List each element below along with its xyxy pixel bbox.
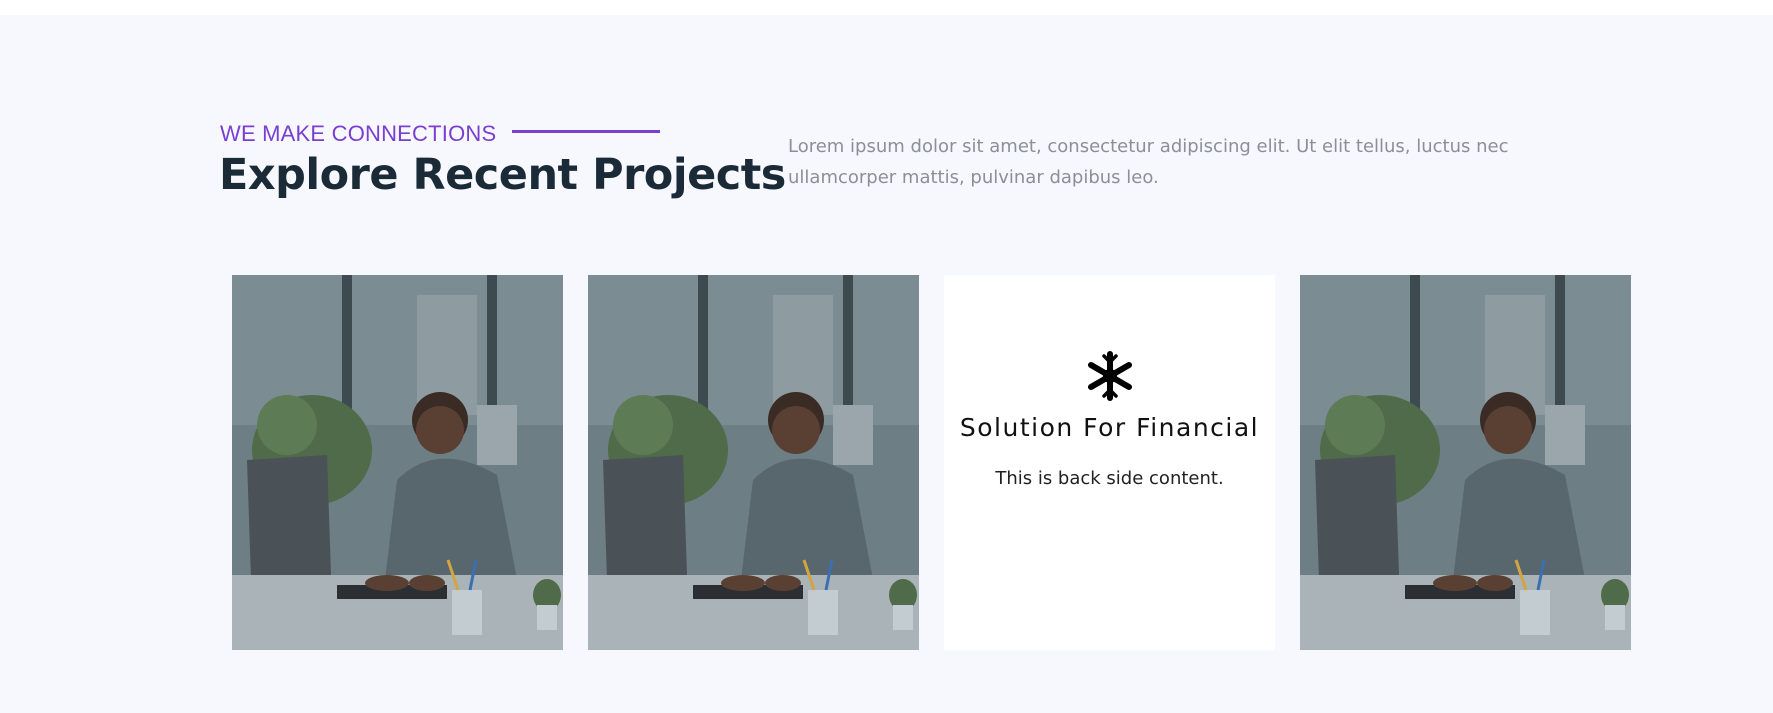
section-eyebrow: WE MAKE CONNECTIONS	[220, 121, 497, 146]
project-card-4[interactable]	[1300, 275, 1631, 650]
snowflake-icon	[1087, 351, 1132, 401]
eyebrow-row: WE MAKE CONNECTIONS	[220, 121, 661, 147]
section-title: Explore Recent Projects	[219, 150, 786, 200]
eyebrow-divider	[512, 129, 661, 133]
project-card-1[interactable]	[232, 275, 563, 650]
project-photo	[1300, 275, 1631, 650]
top-strip	[0, 0, 1773, 15]
project-card-2[interactable]	[588, 275, 919, 650]
card-text: This is back side content.	[995, 468, 1224, 489]
project-photo	[232, 275, 563, 650]
card-title: Solution For Financial	[959, 413, 1260, 442]
project-card-3[interactable]: Solution For Financial This is back side…	[944, 275, 1275, 650]
project-photo	[588, 275, 919, 650]
section-intro: Lorem ipsum dolor sit amet, consectetur …	[788, 136, 1509, 188]
